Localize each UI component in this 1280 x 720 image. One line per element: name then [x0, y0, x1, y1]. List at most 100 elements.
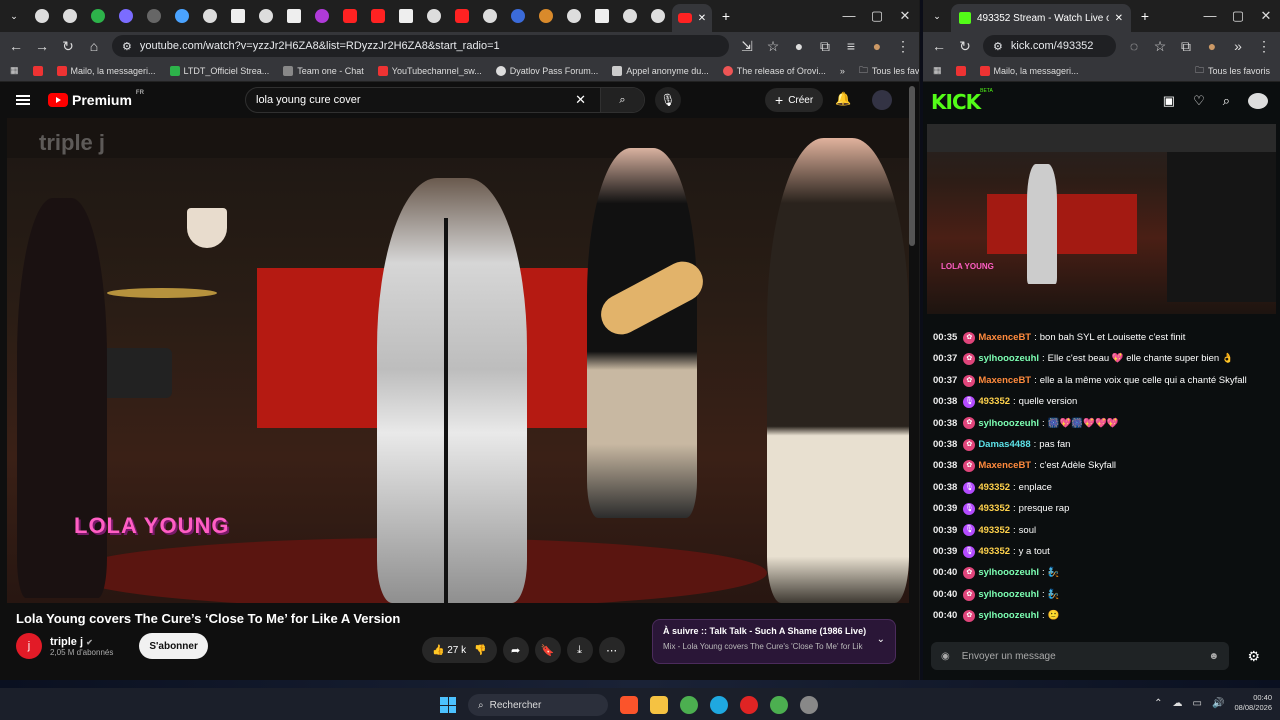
- tab[interactable]: [168, 0, 196, 32]
- chat-username[interactable]: 493352: [978, 541, 1010, 562]
- create-button[interactable]: + Créer: [765, 88, 824, 112]
- volume-icon[interactable]: 🔊: [1212, 698, 1224, 709]
- bookmark-star-icon[interactable]: ☆: [1152, 38, 1168, 55]
- tab[interactable]: [28, 0, 56, 32]
- menu-icon[interactable]: ⋮: [895, 38, 911, 55]
- bookmark-item[interactable]: LTDT_Officiel Strea...: [169, 65, 269, 76]
- emoji-icon[interactable]: ☻: [1208, 651, 1219, 662]
- site-info-icon[interactable]: ⚙: [993, 40, 1003, 53]
- chat-username[interactable]: Damas4488: [978, 434, 1030, 455]
- share-icon[interactable]: ➦: [502, 637, 529, 663]
- tab[interactable]: [56, 0, 84, 32]
- clear-search-icon[interactable]: ✕: [575, 92, 586, 108]
- like-button[interactable]: 👍 27 k: [432, 645, 466, 656]
- save-icon[interactable]: 🔖: [534, 637, 561, 663]
- tab[interactable]: [588, 0, 616, 32]
- bookmark-item[interactable]: [32, 65, 43, 76]
- all-favorites[interactable]: 🗀Tous les favoris: [859, 63, 919, 79]
- chat-username[interactable]: MaxenceBT: [978, 455, 1031, 476]
- close-window-icon[interactable]: ✕: [891, 0, 919, 32]
- active-tab[interactable]: ✕: [672, 4, 712, 32]
- search-box[interactable]: lola young cure cover ✕ ⌕: [245, 87, 645, 113]
- notifications-bell-icon[interactable]: 🔔: [835, 91, 851, 107]
- user-avatar[interactable]: [1248, 93, 1268, 109]
- windows-start-icon[interactable]: [440, 697, 456, 713]
- tab[interactable]: [140, 0, 168, 32]
- chevron-down-icon[interactable]: ⌄: [877, 634, 885, 645]
- chat-settings-gear-icon[interactable]: ⚙: [1247, 648, 1260, 665]
- tracking-icon[interactable]: ◌: [1126, 38, 1142, 54]
- more-actions-icon[interactable]: ⋯: [598, 637, 625, 663]
- site-info-icon[interactable]: ⚙: [122, 40, 132, 53]
- youtube-logo[interactable]: Premium FR: [48, 90, 144, 108]
- minimize-icon[interactable]: —: [1196, 0, 1224, 32]
- download-icon[interactable]: ⤓: [566, 637, 593, 663]
- chrome-icon[interactable]: [770, 696, 788, 714]
- tab[interactable]: [644, 0, 672, 32]
- network-icon[interactable]: ▭: [1193, 698, 1202, 709]
- tab[interactable]: [532, 0, 560, 32]
- reload-icon[interactable]: ↻: [957, 38, 973, 55]
- bookmark-item[interactable]: [955, 65, 966, 76]
- tab[interactable]: [616, 0, 644, 32]
- address-bar[interactable]: ⚙ youtube.com/watch?v=yzzJr2H6ZA8&list=R…: [112, 35, 729, 57]
- search-button[interactable]: ⌕: [600, 88, 644, 112]
- subscribe-button[interactable]: S'abonner: [139, 633, 208, 659]
- apps-icon[interactable]: ▦: [933, 65, 942, 76]
- reload-icon[interactable]: ↻: [60, 38, 76, 55]
- onedrive-icon[interactable]: ☁: [1173, 698, 1183, 709]
- puzzle-icon[interactable]: ⧉: [1178, 38, 1194, 55]
- search-icon[interactable]: ⌕: [1223, 93, 1230, 109]
- bookmark-item[interactable]: Mailo, la messageri...: [56, 65, 156, 76]
- brave-icon[interactable]: [620, 696, 638, 714]
- maximize-icon[interactable]: ▢: [863, 0, 891, 32]
- maximize-icon[interactable]: ▢: [1224, 0, 1252, 32]
- chat-username[interactable]: sylhooozeuhl: [978, 348, 1039, 369]
- tab[interactable]: [196, 0, 224, 32]
- profile-icon[interactable]: ●: [869, 38, 885, 54]
- chat-username[interactable]: sylhooozeuhl: [978, 584, 1039, 605]
- chat-username[interactable]: 493352: [978, 391, 1010, 412]
- home-icon[interactable]: ⌂: [86, 38, 102, 54]
- tab[interactable]: [112, 0, 140, 32]
- emote-icon[interactable]: ◉: [941, 651, 950, 662]
- bookmarks-more-icon[interactable]: »: [840, 66, 845, 76]
- bookmark-item[interactable]: Dyatlov Pass Forum...: [495, 65, 598, 76]
- bookmark-star-icon[interactable]: ☆: [765, 38, 781, 55]
- channel-name[interactable]: triple j ✔: [50, 636, 113, 648]
- back-icon[interactable]: ←: [8, 38, 24, 54]
- tab[interactable]: [476, 0, 504, 32]
- tab[interactable]: [420, 0, 448, 32]
- chevron-up-icon[interactable]: ⌃: [1154, 698, 1162, 709]
- address-bar[interactable]: ⚙ kick.com/493352: [983, 35, 1116, 57]
- install-icon[interactable]: ⇲: [739, 38, 755, 55]
- chat-username[interactable]: 493352: [978, 477, 1010, 498]
- kick-logo[interactable]: KICK: [931, 90, 981, 114]
- taskbar-search[interactable]: ⌕ Rechercher: [468, 694, 608, 716]
- forward-icon[interactable]: →: [34, 38, 50, 54]
- back-icon[interactable]: ←: [931, 38, 947, 54]
- close-tab-icon[interactable]: ✕: [1115, 13, 1123, 24]
- tab[interactable]: [224, 0, 252, 32]
- tab[interactable]: [84, 0, 112, 32]
- voice-search-icon[interactable]: 🎙: [655, 87, 681, 113]
- following-heart-icon[interactable]: ♡: [1193, 93, 1205, 109]
- opera-icon[interactable]: [740, 696, 758, 714]
- bookmark-item[interactable]: Mailo, la messageri...: [979, 65, 1079, 76]
- browse-icon[interactable]: ▣: [1163, 93, 1175, 109]
- hamburger-menu-icon[interactable]: [16, 95, 30, 105]
- tab-list-button[interactable]: ⌄: [0, 0, 28, 32]
- tab[interactable]: [280, 0, 308, 32]
- account-avatar[interactable]: [872, 90, 892, 110]
- media-icon[interactable]: ≡: [843, 38, 859, 54]
- tab[interactable]: [448, 0, 476, 32]
- up-next-panel[interactable]: À suivre :: Talk Talk - Such A Shame (19…: [652, 619, 896, 664]
- extension-icon[interactable]: ●: [791, 38, 807, 54]
- new-tab-button[interactable]: +: [712, 0, 740, 32]
- minimize-icon[interactable]: —: [835, 0, 863, 32]
- settings-app-icon[interactable]: [800, 696, 818, 714]
- chat-username[interactable]: 493352: [978, 498, 1010, 519]
- chat-username[interactable]: MaxenceBT: [978, 370, 1031, 391]
- tab[interactable]: [504, 0, 532, 32]
- dislike-icon[interactable]: 👎: [474, 645, 486, 656]
